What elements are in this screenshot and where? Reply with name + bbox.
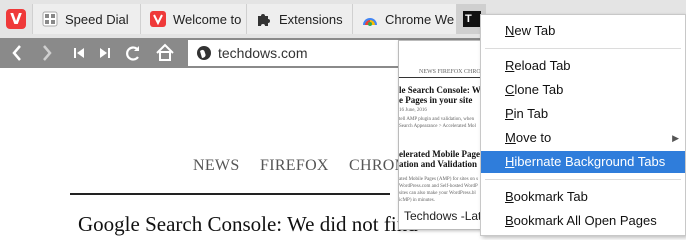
vivaldi-menu-icon[interactable]: V: [6, 9, 26, 29]
preview-line: 16 June, 2016: [399, 108, 427, 113]
menu-label: eload Tab: [514, 58, 571, 73]
rewind-icon[interactable]: [66, 38, 92, 68]
menu-accel: R: [505, 58, 515, 73]
preview-line: e Pages in your site: [399, 95, 473, 105]
tab-chrome-web-store[interactable]: Chrome Web: [352, 4, 456, 34]
menu-separator: [485, 48, 681, 49]
home-icon[interactable]: [152, 38, 178, 68]
tab-speed-dial[interactable]: Speed Dial: [32, 4, 140, 34]
globe-icon: [196, 45, 212, 66]
menu-accel: H: [505, 154, 515, 169]
menu-item-bookmark-all-open-pages[interactable]: Bookmark All Open Pages: [481, 210, 685, 232]
menu-label: ookmark All Open Pages: [513, 213, 657, 228]
chrome-webstore-icon: [362, 11, 378, 27]
menu-accel: C: [505, 82, 515, 97]
menu-item-reload-tab[interactable]: Reload Tab: [481, 55, 685, 77]
tab-title: Extensions: [279, 12, 343, 27]
preview-line: le Search Console: We did: [399, 85, 490, 95]
preview-nav: NEWS FIREFOX CHRO: [419, 69, 481, 75]
preview-line: elerated Mobile Pages (AM: [399, 149, 489, 159]
forward-icon[interactable]: [34, 38, 60, 68]
techdows-favicon-letter: T: [465, 13, 472, 25]
menu-accel: B: [505, 189, 514, 204]
back-icon[interactable]: [4, 38, 30, 68]
menu-label: ove to: [515, 130, 552, 145]
menu-label: in Tab: [513, 106, 549, 121]
fast-forward-icon[interactable]: [92, 38, 118, 68]
menu-item-clone-tab[interactable]: Clone Tab: [481, 79, 685, 101]
menu-label: ibernate Background Tabs: [514, 154, 666, 169]
preview-line: WordPress.com and Self-hosted WordP: [399, 184, 478, 189]
preview-caption: Techdows -Lat: [404, 209, 482, 223]
puzzle-icon: [256, 11, 272, 27]
preview-line: icMP) in minutes.: [399, 198, 435, 203]
preview-line: ated Mobile Pages (AMP) for sites on s: [399, 177, 479, 182]
tab-welcome[interactable]: Welcome to: [140, 4, 246, 34]
article-headline[interactable]: Google Search Console: We did not find: [78, 212, 418, 237]
menu-item-new-tab[interactable]: New Tab: [481, 20, 685, 42]
submenu-arrow-icon: ▶: [672, 133, 679, 143]
preview-line: sites can also make your WordPress.bl: [399, 191, 476, 196]
speed-dial-icon: [42, 11, 58, 27]
tab-preview-thumbnail[interactable]: NEWS FIREFOX CHRO le Search Console: We …: [398, 40, 490, 230]
tab-title: Chrome Web: [385, 12, 455, 27]
preview-line: ation and Validation: [399, 159, 478, 169]
tab-title: Speed Dial: [65, 12, 129, 27]
address-bar[interactable]: techdows.com: [188, 40, 402, 66]
menu-accel: P: [505, 106, 514, 121]
reload-icon[interactable]: [120, 38, 146, 68]
menu-item-hibernate-background-tabs[interactable]: Hibernate Background Tabs: [481, 151, 685, 173]
menu-item-bookmark-tab[interactable]: Bookmark Tab: [481, 186, 685, 208]
menu-item-pin-tab[interactable]: Pin Tab: [481, 103, 685, 125]
tab-extensions[interactable]: Extensions: [246, 4, 352, 34]
menu-accel: B: [505, 213, 514, 228]
vivaldi-icon: [150, 11, 166, 27]
menu-accel: M: [505, 130, 516, 145]
menu-label: ookmark Tab: [513, 189, 588, 204]
page-nav-firefox[interactable]: FIREFOX: [260, 157, 329, 175]
menu-accel: N: [505, 23, 515, 38]
menu-label: lone Tab: [514, 82, 564, 97]
preview-line: Search Appearance > Accelerated Mol: [399, 124, 476, 129]
menu-label: ew Tab: [514, 23, 556, 38]
tab-context-menu: New Tab Reload Tab Clone Tab Pin Tab Mov…: [480, 14, 686, 236]
address-url: techdows.com: [218, 45, 308, 61]
techdows-favicon: T: [463, 11, 481, 27]
preview-line: tell AMP plugin and validation, when: [399, 117, 475, 122]
page-divider: [70, 193, 390, 195]
menu-item-move-to[interactable]: Move to ▶: [481, 127, 685, 149]
page-nav-news[interactable]: NEWS: [193, 157, 240, 175]
menu-separator: [485, 179, 681, 180]
tab-title: Welcome to: [173, 12, 242, 27]
